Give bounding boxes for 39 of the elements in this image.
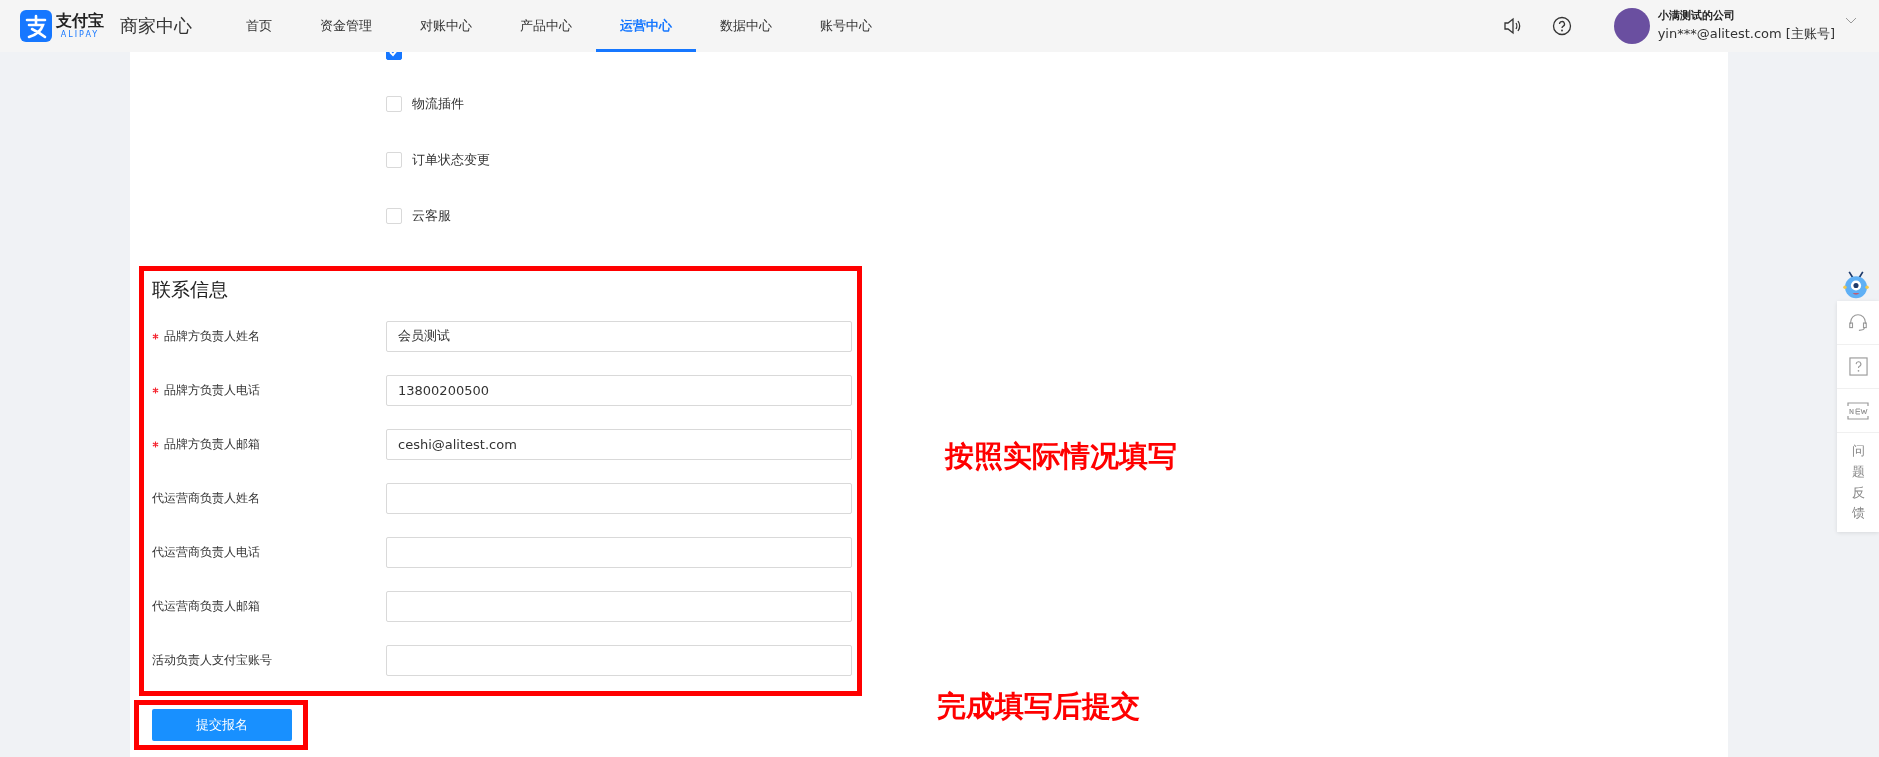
field-label: 代运营商负责人电话 xyxy=(152,543,260,561)
field-label: 品牌方负责人邮箱 xyxy=(164,435,260,453)
nav-tab[interactable]: 数据中心 xyxy=(696,0,796,52)
checkbox-label: 物流插件 xyxy=(412,95,464,113)
speaker-icon[interactable] xyxy=(1501,16,1522,36)
field-label: 品牌方负责人电话 xyxy=(164,381,260,399)
logo-icon xyxy=(20,10,52,42)
input-field[interactable]: ceshi@alitest.com xyxy=(386,428,852,460)
nav-tab[interactable]: 对账中心 xyxy=(396,0,496,52)
input-field[interactable] xyxy=(386,482,852,514)
help-icon[interactable] xyxy=(1551,16,1572,36)
caret-icon[interactable] xyxy=(1845,17,1857,25)
input-field[interactable]: 13800200500 xyxy=(386,374,852,406)
field-label: 代运营商负责人邮箱 xyxy=(152,597,260,615)
section-title: 联系信息 xyxy=(152,277,229,302)
input-field[interactable] xyxy=(386,644,852,676)
headset-icon[interactable] xyxy=(1847,311,1869,334)
checkbox-label: 订单状态变更 xyxy=(412,151,490,169)
input-field[interactable] xyxy=(386,590,852,622)
input-field[interactable] xyxy=(386,536,852,568)
product-title: 商家中心 xyxy=(120,14,192,38)
annotation-text: 按照实际情况填写 xyxy=(945,438,1177,475)
nav-tab[interactable]: 产品中心 xyxy=(496,0,596,52)
logo-subtext: ALIPAY xyxy=(60,30,100,40)
nav-tab[interactable]: 账号中心 xyxy=(796,0,896,52)
company-name: 小满测试的公司 xyxy=(1657,8,1736,24)
field-label: 品牌方负责人姓名 xyxy=(164,327,260,345)
nav-tab[interactable]: 首页 xyxy=(222,0,296,52)
input-field[interactable]: 会员测试 xyxy=(386,320,852,352)
logo-text: 支付宝 xyxy=(56,12,104,30)
avatar[interactable] xyxy=(1613,8,1650,44)
nav-tab[interactable]: 资金管理 xyxy=(296,0,396,52)
new-badge-icon[interactable] xyxy=(1847,401,1869,420)
field-label: 活动负责人支付宝账号 xyxy=(152,651,272,669)
feedback-link[interactable]: 问题反馈 xyxy=(1851,441,1865,525)
field-label: 代运营商负责人姓名 xyxy=(152,489,260,507)
account-email: yin***@alitest.com [主账号] xyxy=(1657,25,1835,43)
annotation-text: 完成填写后提交 xyxy=(937,688,1140,725)
checkbox-label: 云客服 xyxy=(412,207,451,225)
